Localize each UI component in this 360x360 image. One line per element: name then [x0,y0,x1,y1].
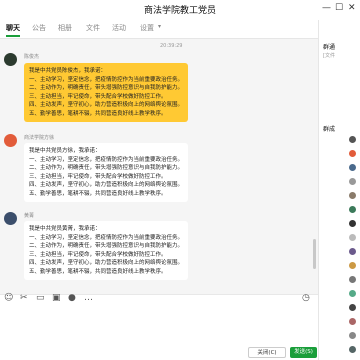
message-line: 二、主动作为，明确责任，带头增强防控意识与自我防护能力。 [29,85,184,91]
mic-icon[interactable]: ● [68,293,76,303]
history-icon[interactable]: ◷ [302,293,310,303]
member-avatar[interactable] [349,290,356,297]
member-avatar[interactable] [349,192,356,199]
input-area[interactable]: ☺ ✂ ▭ ▣ ● … ◷ 关闭(C) 发送(S) [0,293,318,360]
message-line: 一、主动学习，坚定信念，把疫情防控作为当前重要政治任务。 [29,234,184,241]
member-avatar[interactable] [349,234,356,241]
member-avatar[interactable] [349,136,356,143]
member-avatar[interactable] [349,318,356,325]
member-avatar[interactable] [349,262,356,269]
message-line: 三、主动担当，牢记使命，带头配合学校做好防控工作。 [29,251,167,258]
tab-files[interactable]: 文件 [86,23,100,33]
avatar[interactable] [4,134,17,147]
notice-title: 群通 [323,44,336,51]
message-line: 二、主动作为，明确责任，带头增强防控意识与自我防护能力。 [29,165,184,171]
chat-area[interactable]: 20:39:29 陈俊杰 我是中共党员陈俊杰，我承诺： 一、主动学习，坚定信念，… [0,39,318,294]
member-avatar[interactable] [349,206,356,213]
message-bubble[interactable]: 我是中共党员方徐，我承诺： 一、主动学习，坚定信念，把疫情防控作为当前重要政治任… [24,143,189,202]
settings-chevron-icon[interactable]: ▾ [158,23,161,30]
message-line: 四、主动发声，坚守初心，助力营造积极向上的网络舆论氛围。 [29,102,184,108]
member-avatar[interactable] [349,346,356,353]
group-side-panel: 群通 [文件 群成 [318,20,360,360]
member-avatar[interactable] [349,248,356,255]
message-line: 我是中共党员陈俊杰，我承诺： [29,68,107,74]
message-line: 我是中共党员方徐，我承诺： [29,148,101,154]
member-avatar[interactable] [349,332,356,339]
message-bubble[interactable]: 我是中共党员黄菁，我承诺： 一、主动学习，坚定信念，把疫情防控作为当前重要政治任… [24,221,189,280]
message-line: 四、主动发声，坚守初心，助力营造积极向上的网络舆论氛围。 [29,182,184,188]
maximize-icon[interactable]: ☐ [335,3,343,13]
tab-chat[interactable]: 聊天 [6,23,20,37]
message-line: 我是中共党员黄菁，我承诺： [29,226,101,232]
avatar[interactable] [4,212,17,225]
send-button[interactable]: 发送(S) [290,347,317,358]
sender-name: 陈俊杰 [24,54,40,60]
message-bubble[interactable]: 我是中共党员陈俊杰，我承诺： 一、主动学习，坚定信念，把疫情防控作为当前重要政治… [24,63,189,122]
window-title: 商法学院教工党员 [143,6,216,16]
member-avatar[interactable] [349,150,356,157]
tab-bar: 聊天 公告 相册 文件 活动 设置 ▾ [0,20,318,38]
avatar[interactable] [4,53,17,66]
more-icon[interactable]: … [84,293,93,303]
message-line: 一、主动学习，坚定信念，把疫情防控作为当前重要政治任务。 [29,156,184,163]
sender-name: 商法学院方徐 [24,135,55,141]
folder-icon[interactable]: ▭ [36,293,45,303]
member-avatar[interactable] [349,164,356,171]
tab-settings[interactable]: 设置 [140,23,154,33]
notice-sub: [文件 [323,53,335,59]
minimize-icon[interactable]: — [322,3,331,13]
member-avatar[interactable] [349,220,356,227]
title-bar: 商法学院教工党员 — ☐ ✕ [0,0,360,20]
tab-announcement[interactable]: 公告 [32,23,46,33]
close-button[interactable]: 关闭(C) [248,347,286,358]
message-timestamp: 20:39:29 [160,43,183,49]
message-line: 五、勤学善思，笔耕不辍，共同营造良好线上教学秩序。 [29,268,167,275]
message-line: 一、主动学习，坚定信念，把疫情防控作为当前重要政治任务。 [29,76,184,83]
emoji-icon[interactable]: ☺ [4,293,13,303]
tab-album[interactable]: 相册 [58,23,72,33]
members-title: 群成 [323,126,336,133]
tab-activity[interactable]: 活动 [112,23,126,33]
scissors-icon[interactable]: ✂ [20,293,28,303]
message-line: 五、勤学善思，笔耕不辍，共同营造良好线上教学秩序。 [29,110,167,117]
close-icon[interactable]: ✕ [348,3,356,13]
image-icon[interactable]: ▣ [52,293,61,303]
chat-scrollbar[interactable] [313,239,316,269]
member-avatar[interactable] [349,276,356,283]
message-line: 五、勤学善思，笔耕不辍，共同营造良好线上教学秩序。 [29,190,167,197]
member-avatar[interactable] [349,178,356,185]
message-line: 三、主动担当，牢记使命，带头配合学校做好防控工作。 [29,93,167,100]
message-line: 四、主动发声，坚守初心，助力营造积极向上的网络舆论氛围。 [29,260,184,266]
sender-name: 黄菁 [24,213,35,219]
message-line: 二、主动作为，明确责任，带头增强防控意识与自我防护能力。 [29,243,184,249]
message-line: 三、主动担当，牢记使命，带头配合学校做好防控工作。 [29,173,167,180]
member-avatar[interactable] [349,304,356,311]
